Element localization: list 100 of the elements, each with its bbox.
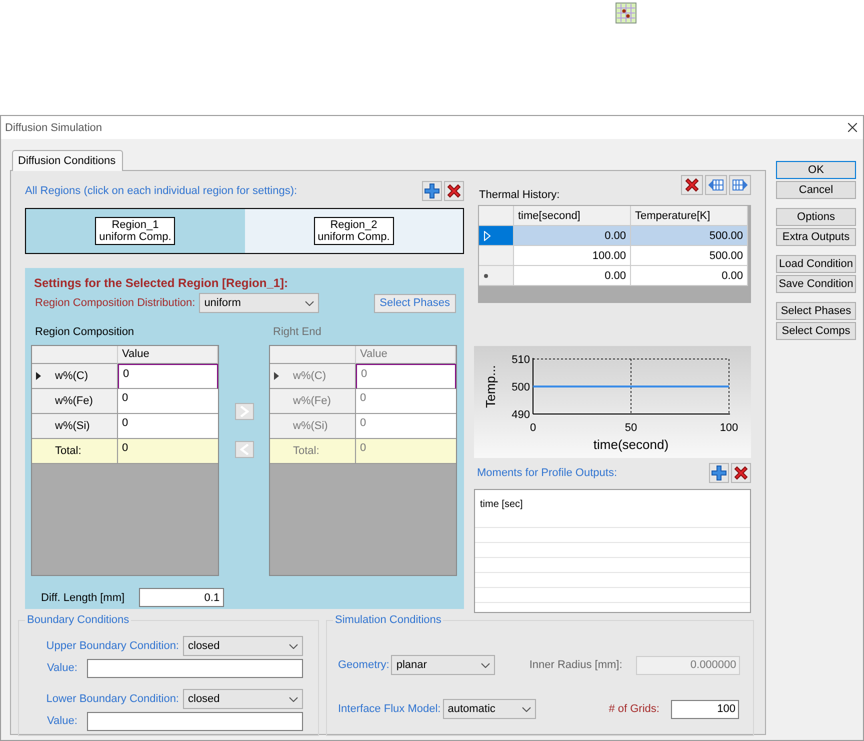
dialog-button[interactable]: Load Condition	[776, 255, 856, 273]
region-label: Region_2 uniform Comp.	[314, 217, 394, 245]
table-cell: 0.00	[514, 226, 631, 246]
row-header: w%(Fe)	[293, 395, 332, 407]
x-tick-label: 100	[720, 422, 738, 434]
value-label: Value:	[47, 715, 78, 727]
grid-chart-icon	[615, 2, 637, 24]
row-header: w%(C)	[293, 370, 327, 382]
boundary-dropdown[interactable]: closed	[183, 689, 303, 709]
dropdown-caret-icon	[481, 662, 490, 668]
delete-moment-button[interactable]	[731, 463, 751, 483]
boundary-dropdown[interactable]: closed	[183, 636, 303, 656]
table-cell: 0.00	[631, 266, 748, 286]
value-cell[interactable]: 0	[118, 389, 218, 414]
x-tick-label: 0	[530, 422, 536, 434]
table-cell: 500.00	[631, 246, 748, 266]
row-pointer-icon	[274, 372, 279, 380]
chevron-right-icon	[240, 406, 248, 417]
dialog-button[interactable]: Cancel	[776, 181, 856, 199]
flux-model-dropdown[interactable]: automatic	[442, 699, 536, 719]
add-moment-button[interactable]	[709, 463, 729, 483]
dialog-button[interactable]: Save Condition	[776, 275, 856, 293]
current-row-icon	[484, 230, 491, 240]
delete-region-button[interactable]	[444, 181, 464, 201]
row-header: w%(Fe)	[55, 395, 94, 407]
dialog-button[interactable]: OK	[776, 161, 856, 179]
value-label: Value:	[47, 662, 78, 674]
flux-model-label: Interface Flux Model:	[338, 703, 441, 715]
column-header: Temperature[K]	[631, 206, 748, 226]
table-append-icon	[732, 179, 748, 191]
inner-radius-label: Inner Radius [mm]:	[529, 659, 622, 671]
row-header: w%(Si)	[55, 420, 91, 432]
row-header: w%(Si)	[293, 420, 329, 432]
grids-label: # of Grids:	[608, 703, 660, 715]
row-header: w%(C)	[55, 370, 89, 382]
tab[interactable]: Diffusion Conditions	[12, 150, 123, 171]
close-icon[interactable]	[848, 123, 857, 132]
dropdown-caret-icon	[522, 706, 531, 712]
delete-icon	[684, 177, 700, 193]
y-tick-label: 500	[512, 382, 530, 394]
corner-header	[479, 206, 514, 226]
grid-title: Right End	[272, 326, 322, 340]
diff-length-field[interactable]: 0.1	[138, 588, 224, 607]
window-title: Diffusion Simulation	[5, 122, 102, 134]
row-pointer-icon	[36, 372, 41, 380]
append-row-button[interactable]	[729, 175, 751, 195]
dropdown-caret-icon	[289, 696, 298, 702]
select-phases-button[interactable]: Select Phases	[374, 294, 456, 312]
plus-icon	[711, 465, 727, 481]
delete-row-button[interactable]	[681, 175, 703, 195]
dialog-button[interactable]: Select Phases	[776, 302, 856, 320]
delete-icon	[446, 183, 462, 199]
plus-icon	[424, 183, 440, 199]
insert-row-button[interactable]	[705, 175, 727, 195]
value-cell[interactable]: 0	[118, 414, 218, 439]
boundary-label: Upper Boundary Condition:	[46, 640, 179, 652]
value-field[interactable]	[87, 712, 303, 730]
chevron-left-icon	[240, 444, 248, 455]
grids-field[interactable]: 100	[671, 700, 740, 718]
table-cell: 500.00	[631, 226, 748, 246]
row-selector[interactable]	[479, 226, 514, 246]
group-title: Simulation Conditions	[333, 614, 444, 626]
y-tick-label: 490	[512, 409, 530, 421]
delete-icon	[733, 465, 749, 481]
dialog-button[interactable]: Options	[776, 208, 856, 226]
add-region-button[interactable]	[422, 181, 442, 201]
value-cell[interactable]: 0	[118, 364, 218, 389]
new-row-icon	[484, 274, 488, 278]
grid-title: Region Composition	[34, 326, 136, 340]
distribution-dropdown[interactable]: uniform	[199, 293, 320, 313]
dialog-button[interactable]: Select Comps	[776, 322, 856, 340]
x-axis-title: time(second)	[593, 437, 669, 452]
moments-label: Moments for Profile Outputs:	[476, 467, 617, 479]
table-cell: 100.00	[514, 246, 631, 266]
dialog-button[interactable]: Extra Outputs	[776, 228, 856, 246]
y-axis-title: Temp...	[483, 365, 498, 408]
value-field[interactable]	[87, 658, 303, 678]
row-header: Total:	[293, 445, 320, 457]
distribution-label: Region Composition Distribution:	[35, 297, 196, 309]
region-label: Region_1 uniform Comp.	[95, 217, 176, 245]
table-cell: 0.00	[514, 266, 631, 286]
geometry-dropdown[interactable]: planar	[391, 655, 496, 675]
regions-label: All Regions (click on each individual region for settings):	[25, 185, 298, 197]
region-strip[interactable]: Region_2 uniform Comp.	[244, 209, 463, 253]
column-header: Value	[118, 346, 218, 364]
value-cell[interactable]: 0	[118, 439, 218, 464]
geometry-label: Geometry:	[338, 659, 390, 671]
diff-length-label: Diff. Length [mm]	[41, 592, 125, 604]
region-strip[interactable]: Region_1 uniform Comp.	[26, 209, 244, 253]
list-item[interactable]: time [sec]	[475, 490, 750, 528]
settings-title: Settings for the Selected Region [Region_1]:	[33, 276, 290, 292]
x-tick-label: 50	[624, 422, 638, 434]
column-header: time[second]	[514, 206, 631, 226]
y-tick-label: 510	[512, 354, 530, 366]
dropdown-caret-icon	[305, 300, 314, 306]
column-header: Value	[356, 346, 456, 364]
table-insert-icon	[708, 179, 724, 191]
row-header: Total:	[55, 445, 82, 457]
boundary-label: Lower Boundary Condition:	[46, 693, 179, 705]
dropdown-caret-icon	[289, 644, 298, 648]
